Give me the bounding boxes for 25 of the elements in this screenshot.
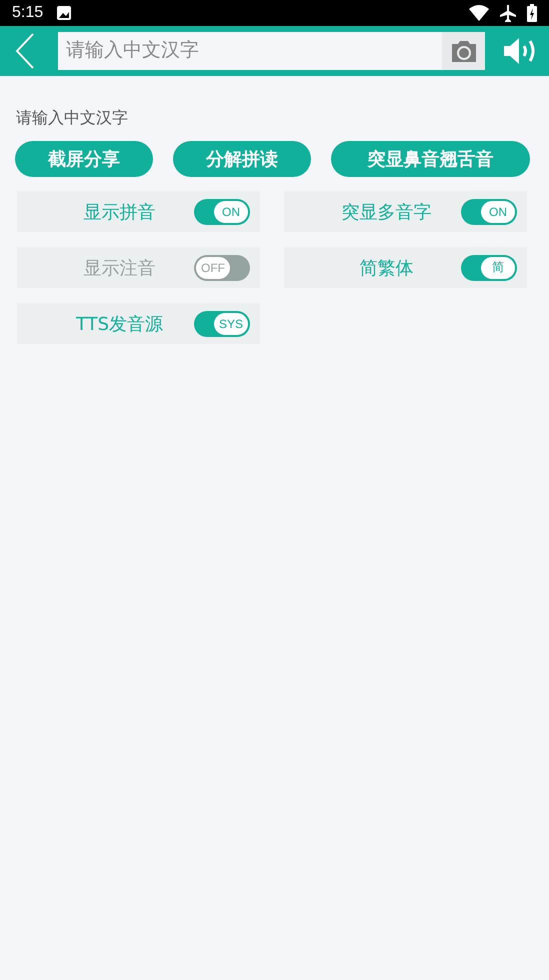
setting-label: 突显多音字	[340, 200, 432, 224]
toggle-switch[interactable]: 简	[461, 254, 517, 280]
action-button[interactable]: 分解拼读	[173, 141, 311, 177]
toggle-switch[interactable]: ON	[461, 198, 517, 224]
airplane-icon	[499, 4, 517, 22]
wifi-icon	[469, 5, 489, 21]
toggle-switch[interactable]: SYS	[194, 310, 250, 336]
toggle-switch[interactable]: ON	[194, 198, 250, 224]
camera-icon	[450, 39, 478, 63]
setting-label: 简繁体	[358, 256, 414, 280]
speaker-button[interactable]	[503, 37, 537, 65]
camera-button[interactable]	[442, 32, 485, 70]
setting-label: 显示拼音	[82, 200, 156, 224]
action-button[interactable]: 截屏分享	[15, 141, 153, 177]
setting-label: 显示注音	[82, 256, 156, 280]
chevron-left-icon	[15, 33, 35, 69]
toggle-switch[interactable]: OFF	[194, 254, 250, 280]
search-field[interactable]: 请输入中文汉字	[58, 32, 442, 70]
battery-icon	[527, 4, 537, 22]
image-notification-icon	[57, 6, 72, 20]
hint-text: 请输入中文汉字	[16, 108, 129, 129]
action-button[interactable]: 突显鼻音翘舌音	[331, 141, 530, 177]
setting-label: TTS发音源	[74, 312, 164, 336]
status-time: 5:15	[12, 4, 44, 22]
speaker-icon	[503, 37, 537, 65]
